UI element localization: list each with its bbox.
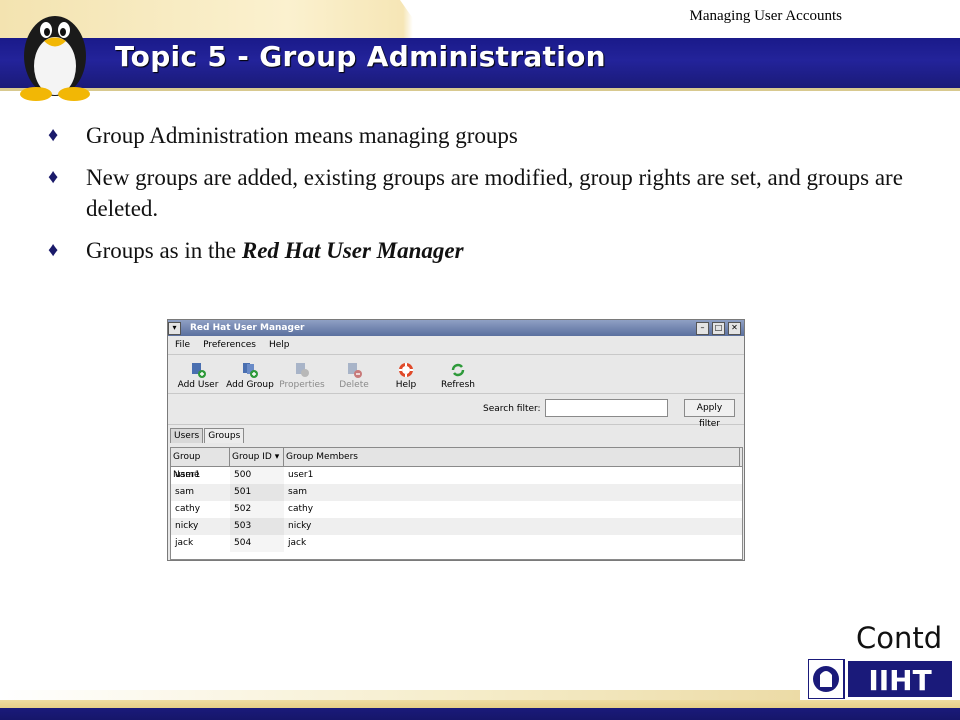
filter-bar: Search filter: Apply filter [168,394,744,429]
slide-subtitle: Managing User Accounts [689,8,842,24]
table-row[interactable]: user1 500 user1 [171,467,742,484]
delete-icon [348,363,362,378]
tux-penguin-icon [20,16,90,101]
refresh-icon [451,363,465,377]
table-row[interactable]: nicky 503 nicky [171,518,742,535]
table-header: Group Name Group ID ▾ Group Members [171,448,742,480]
help-button[interactable]: Help [380,362,432,393]
cell-group-members: cathy [288,504,314,514]
properties-button[interactable]: Properties [276,362,328,393]
window-title: Red Hat User Manager [190,323,305,333]
properties-icon [296,363,309,377]
window-menu-icon[interactable]: ▾ [168,321,181,335]
groups-table: Group Name Group ID ▾ Group Members user… [170,447,743,560]
add-group-icon [243,363,258,378]
cell-group-id: 500 [230,467,284,484]
toolbar: Add User Add Group Properties Delete Hel… [168,355,744,394]
diamond-bullet-icon: ♦ [48,124,59,146]
table-row[interactable]: jack 504 jack [171,535,742,552]
tool-label: Refresh [441,380,475,390]
apply-filter-button[interactable]: Apply filter [684,399,735,429]
cell-group-id: 502 [230,501,284,518]
help-icon [399,363,413,377]
table-row[interactable]: sam 501 sam [171,484,742,501]
add-user-icon [192,363,206,378]
menu-file[interactable]: File [175,340,190,350]
add-group-button[interactable]: Add Group [224,362,276,393]
continued-label: Contd [856,621,943,655]
cell-group-id: 501 [230,484,284,501]
bullet-list: ♦ Group Administration means managing gr… [48,120,928,277]
bullet-emphasis: Red Hat User Manager [241,238,464,263]
cell-group-name: user1 [175,470,201,480]
cell-group-members: sam [288,487,307,497]
tab-users[interactable]: Users [170,428,204,443]
tab-groups[interactable]: Groups [204,428,245,443]
column-group-name[interactable]: Group Name [171,448,230,480]
footer-band [0,700,960,720]
cell-group-name: cathy [175,504,201,514]
cell-group-members: nicky [288,521,312,531]
maximize-icon[interactable]: □ [712,321,725,335]
tool-label: Add Group [226,380,274,390]
tool-label: Properties [279,380,325,390]
cell-group-members: jack [288,538,307,548]
user-manager-window: ▾ Red Hat User Manager – □ ✕ File Prefer… [167,319,745,561]
menu-preferences[interactable]: Preferences [203,340,256,350]
cell-group-id: 504 [230,535,284,552]
tool-label: Add User [177,380,219,390]
search-filter-input[interactable] [545,399,668,417]
tool-label: Delete [339,380,369,390]
table-row[interactable]: cathy 502 cathy [171,501,742,518]
close-icon[interactable]: ✕ [728,321,741,335]
search-filter-label: Search filter: [483,404,541,414]
header-divider [0,88,960,91]
delete-button[interactable]: Delete [328,362,380,393]
tab-bar: Users Groups [170,428,245,443]
cell-group-name: jack [175,538,194,548]
bullet-text: New groups are added, existing groups ar… [86,165,903,221]
bullet-text: Group Administration means managing grou… [86,123,518,148]
menu-help[interactable]: Help [269,340,290,350]
cell-group-name: sam [175,487,194,497]
diamond-bullet-icon: ♦ [48,239,59,261]
menu-bar: File Preferences Help [168,336,744,355]
cell-group-members: user1 [288,470,314,480]
slide-title: Topic 5 - Group Administration [115,40,606,73]
minimize-icon[interactable]: – [696,321,709,335]
diamond-bullet-icon: ♦ [48,166,59,188]
add-user-button[interactable]: Add User [172,362,224,393]
refresh-button[interactable]: Refresh [432,362,484,393]
cell-group-name: nicky [175,521,199,531]
tool-label: Help [395,380,417,390]
bullet-item: ♦ Group Administration means managing gr… [48,120,928,151]
column-group-members[interactable]: Group Members [284,448,740,466]
window-titlebar[interactable]: ▾ Red Hat User Manager – □ ✕ [168,320,744,336]
bullet-text: Groups as in the [86,238,242,263]
bullet-item: ♦ Groups as in the Red Hat User Manager [48,235,928,266]
iiht-logo: IIHT [808,659,952,699]
column-group-id[interactable]: Group ID ▾ [230,448,284,466]
svg-text:IIHT: IIHT [868,664,931,697]
bullet-item: ♦ New groups are added, existing groups … [48,162,928,224]
cell-group-id: 503 [230,518,284,535]
